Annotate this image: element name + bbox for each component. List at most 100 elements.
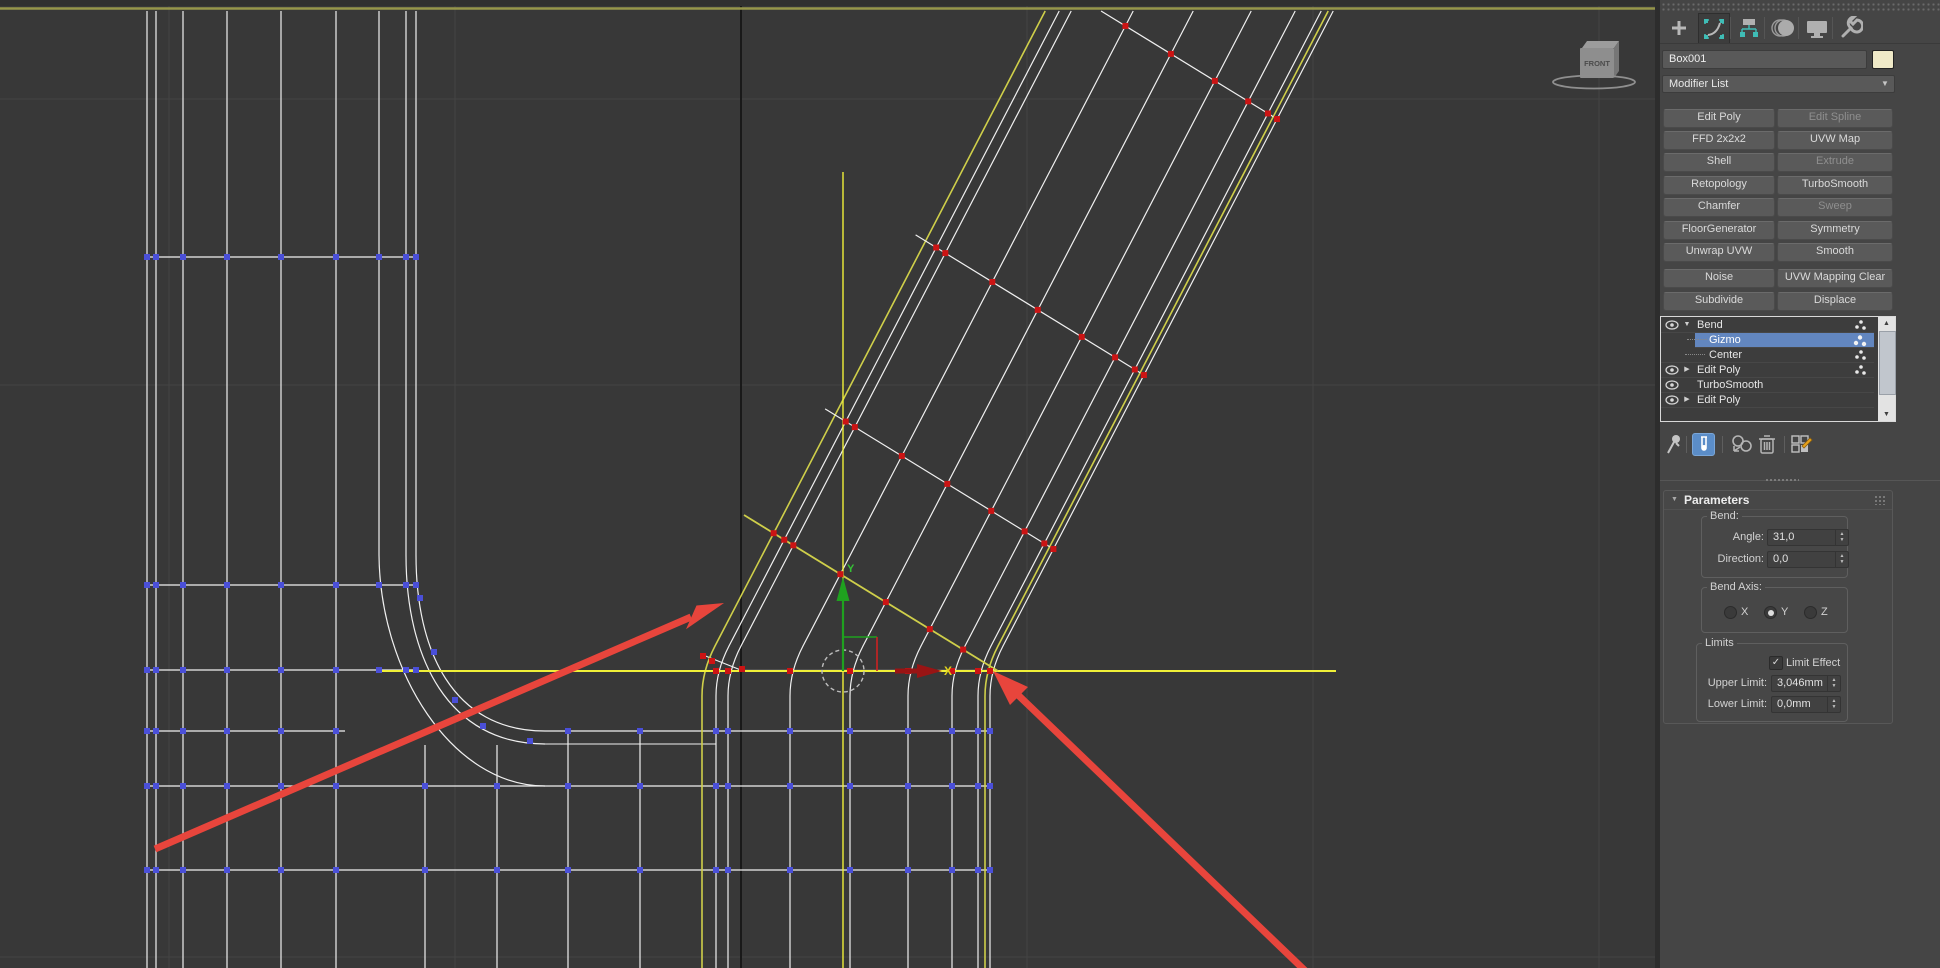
modifier-button-uvw-map[interactable]: UVW Map <box>1777 131 1893 150</box>
limit-effect-label[interactable]: Limit Effect <box>1786 657 1840 669</box>
make-unique-button[interactable] <box>1730 433 1754 455</box>
pin-stack-icon <box>1667 435 1680 454</box>
bend-axis-z-radio[interactable] <box>1804 606 1817 619</box>
bend-axis-x-radio[interactable] <box>1724 606 1737 619</box>
modifier-button-noise[interactable]: Noise <box>1663 269 1775 288</box>
direction-value[interactable]: 0,0 <box>1773 553 1788 566</box>
tab-separator <box>1730 17 1731 39</box>
panel-dock-grip[interactable] <box>1660 1 1940 11</box>
lower-limit-value[interactable]: 0,0mm <box>1777 698 1811 711</box>
object-name-input[interactable]: Box001 <box>1662 50 1867 69</box>
modifier-button-extrude[interactable]: Extrude <box>1777 153 1893 172</box>
scrollbar-thumb[interactable] <box>1879 331 1896 395</box>
modifier-button-sweep[interactable]: Sweep <box>1777 198 1893 217</box>
expand-closed-icon[interactable]: ▶ <box>1682 393 1692 407</box>
scroll-up-icon[interactable]: ▲ <box>1878 317 1895 330</box>
viewport-canvas[interactable]: Y X FRONT <box>0 0 1655 968</box>
viewcube-front-label: FRONT <box>1584 59 1610 68</box>
stack-row-bend[interactable]: ▼ Bend <box>1661 318 1874 333</box>
expand-open-icon[interactable]: ▼ <box>1682 318 1692 332</box>
upper-limit-value[interactable]: 3,046mm <box>1777 677 1823 690</box>
tab-display[interactable] <box>1802 13 1832 42</box>
application-window: Y X FRONT Box001 Modifier List ▼ Edit Po… <box>0 0 1940 968</box>
stack-row-edit-poly[interactable]: ▶ Edit Poly <box>1661 363 1874 378</box>
show-end-result-icon <box>1700 436 1707 451</box>
modifier-button-displace[interactable]: Displace <box>1777 292 1893 311</box>
rollout-grip-icon[interactable] <box>1874 495 1886 505</box>
modifier-button-smooth[interactable]: Smooth <box>1777 243 1893 262</box>
modifier-button-floorgenerator[interactable]: FloorGenerator <box>1663 221 1775 240</box>
limits-legend: Limits <box>1702 637 1737 649</box>
tree-line <box>1685 354 1705 355</box>
stack-row-label[interactable]: Edit Poly <box>1697 393 1740 407</box>
stack-row-label[interactable]: TurboSmooth <box>1697 378 1763 392</box>
spinner-arrows-icon[interactable]: ▲ ▼ <box>1835 552 1848 568</box>
hierarchy-icon <box>1740 18 1758 37</box>
bend-axis-z-label[interactable]: Z <box>1821 606 1828 618</box>
stack-row-gizmo[interactable]: Gizmo <box>1687 333 1874 348</box>
panel-splitter[interactable] <box>1660 478 1940 483</box>
viewcube[interactable]: FRONT <box>1552 41 1636 90</box>
svg-text:Y: Y <box>847 563 855 575</box>
bend-axis-y-label[interactable]: Y <box>1781 606 1788 618</box>
eye-icon[interactable] <box>1665 319 1679 331</box>
modifier-button-subdivide[interactable]: Subdivide <box>1663 292 1775 311</box>
modifier-button-chamfer[interactable]: Chamfer <box>1663 198 1775 217</box>
stack-row-edit-poly-2[interactable]: ▶ Edit Poly <box>1661 393 1874 408</box>
tab-modify[interactable] <box>1698 13 1730 43</box>
direction-spinner[interactable]: 0,0 ▲ ▼ <box>1767 551 1849 568</box>
bend-axis-group: Bend Axis: X Y Z <box>1701 581 1848 633</box>
tab-utilities[interactable] <box>1836 13 1866 42</box>
modifier-button-retopology[interactable]: Retopology <box>1663 176 1775 195</box>
stack-row-label[interactable]: Bend <box>1697 318 1723 332</box>
limits-group: Limits ✓ Limit Effect Upper Limit: 3,046… <box>1696 637 1848 722</box>
stack-row-label[interactable]: Gizmo <box>1709 333 1741 347</box>
stack-row-center[interactable]: Center <box>1661 348 1874 363</box>
upper-limit-spinner[interactable]: 3,046mm ▲ ▼ <box>1771 675 1841 692</box>
modifier-button-turbosmooth[interactable]: TurboSmooth <box>1777 176 1893 195</box>
eye-icon[interactable] <box>1665 364 1679 376</box>
limit-effect-checkbox[interactable]: ✓ <box>1769 656 1783 670</box>
stack-row-turbosmooth[interactable]: TurboSmooth <box>1661 378 1874 393</box>
annotation-arrow-limit-vertex <box>993 671 1308 968</box>
trash-icon <box>1759 435 1775 454</box>
expand-closed-icon[interactable]: ▶ <box>1682 363 1692 377</box>
lower-limit-spinner[interactable]: 0,0mm ▲ ▼ <box>1771 696 1841 713</box>
modifier-list-dropdown[interactable]: Modifier List ▼ <box>1662 75 1895 93</box>
modifier-button-ffd-2x2x2[interactable]: FFD 2x2x2 <box>1663 131 1775 150</box>
stack-row-label[interactable]: Center <box>1709 348 1742 362</box>
modifier-button-unwrap-uvw[interactable]: Unwrap UVW <box>1663 243 1775 262</box>
angle-value[interactable]: 31,0 <box>1773 531 1794 544</box>
viewport-front[interactable]: Y X FRONT <box>0 0 1655 968</box>
modifier-button-uvw-mapping-clear[interactable]: UVW Mapping Clear <box>1777 269 1893 288</box>
eye-icon[interactable] <box>1665 394 1679 406</box>
rollout-header[interactable]: ▼ Parameters <box>1664 491 1892 510</box>
remove-modifier-button[interactable] <box>1758 433 1776 455</box>
wrench-icon <box>1841 15 1863 37</box>
gizmo-dots-icon <box>1853 335 1867 347</box>
tab-hierarchy[interactable] <box>1734 13 1764 42</box>
angle-spinner[interactable]: 31,0 ▲ ▼ <box>1767 529 1849 546</box>
modifier-button-symmetry[interactable]: Symmetry <box>1777 221 1893 240</box>
tab-motion[interactable] <box>1768 13 1798 42</box>
scroll-down-icon[interactable]: ▼ <box>1878 408 1895 421</box>
modifier-button-edit-poly[interactable]: Edit Poly <box>1663 109 1775 128</box>
stack-scrollbar[interactable]: ▲ ▼ <box>1878 317 1896 421</box>
toolbar-separator <box>1686 436 1687 453</box>
object-color-swatch[interactable] <box>1872 50 1894 69</box>
eye-icon[interactable] <box>1665 379 1679 391</box>
bend-axis-y-radio[interactable] <box>1764 606 1777 619</box>
gizmo-dots-icon <box>1855 320 1866 330</box>
configure-modifier-sets-button[interactable] <box>1791 433 1813 455</box>
bend-axis-x-label[interactable]: X <box>1741 606 1748 618</box>
tab-create[interactable] <box>1664 13 1694 42</box>
toolbar-separator <box>1722 436 1723 453</box>
modifier-button-shell[interactable]: Shell <box>1663 153 1775 172</box>
modifier-button-edit-spline[interactable]: Edit Spline <box>1777 109 1893 128</box>
show-end-result-button[interactable] <box>1692 433 1715 456</box>
pin-stack-button[interactable] <box>1665 433 1683 455</box>
spinner-arrows-icon[interactable]: ▲ ▼ <box>1827 697 1840 713</box>
stack-row-label[interactable]: Edit Poly <box>1697 363 1740 377</box>
spinner-arrows-icon[interactable]: ▲ ▼ <box>1835 530 1848 546</box>
spinner-arrows-icon[interactable]: ▲ ▼ <box>1827 676 1840 692</box>
